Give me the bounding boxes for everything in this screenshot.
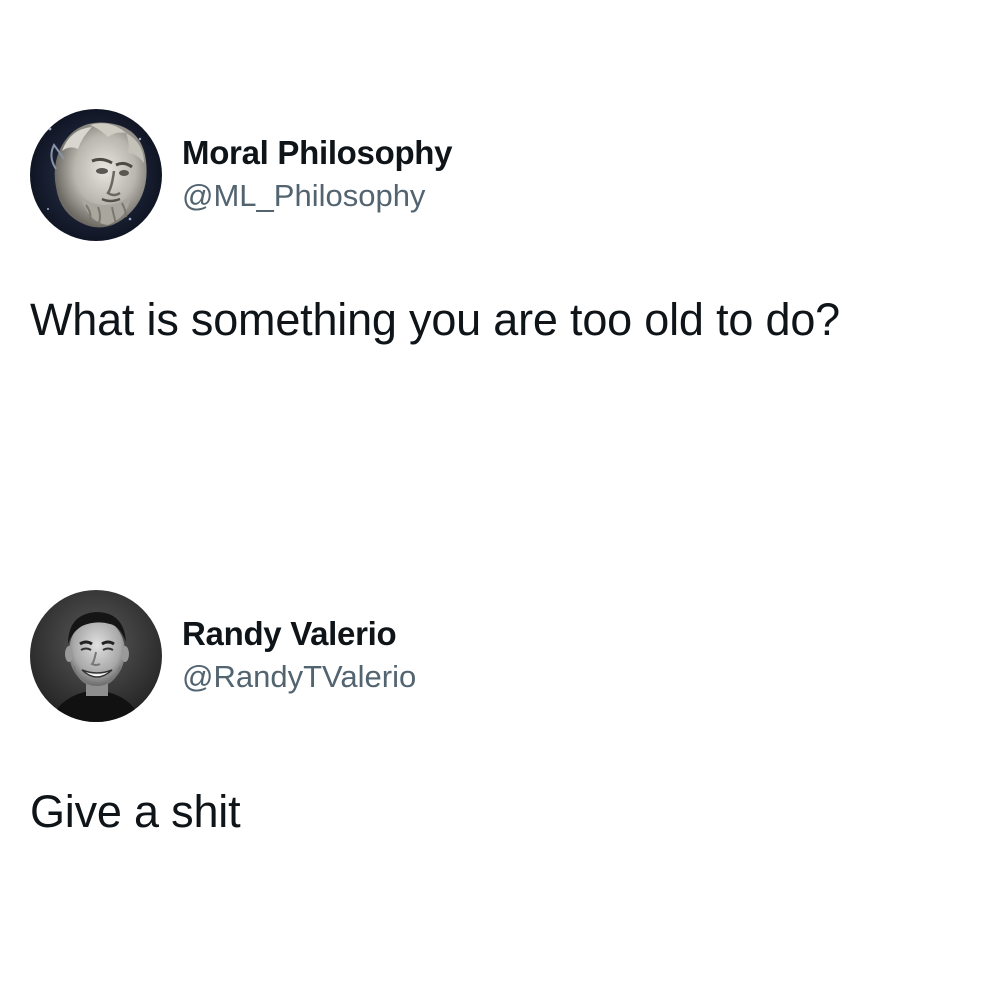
tweet-header: Moral Philosophy @ML_Philosophy (30, 108, 970, 242)
identity: Moral Philosophy @ML_Philosophy (182, 133, 453, 217)
display-name[interactable]: Randy Valerio (182, 614, 416, 654)
tweet-header: Randy Valerio @RandyTValerio (30, 590, 970, 722)
reply-tweet: Randy Valerio @RandyTValerio Give a shit (30, 590, 970, 844)
identity: Randy Valerio @RandyTValerio (182, 614, 416, 698)
man-portrait-avatar-icon (30, 590, 162, 722)
avatar[interactable] (30, 109, 162, 241)
tweet-text: What is something you are too old to do? (30, 294, 840, 345)
marble-statue-avatar-icon (30, 109, 162, 241)
display-name[interactable]: Moral Philosophy (182, 133, 453, 173)
user-handle[interactable]: @ML_Philosophy (182, 175, 452, 217)
tweet-text: Give a shit (30, 786, 241, 837)
user-handle[interactable]: @RandyTValerio (182, 656, 416, 698)
original-tweet: Moral Philosophy @ML_Philosophy What is … (30, 108, 970, 352)
avatar[interactable] (30, 590, 162, 722)
